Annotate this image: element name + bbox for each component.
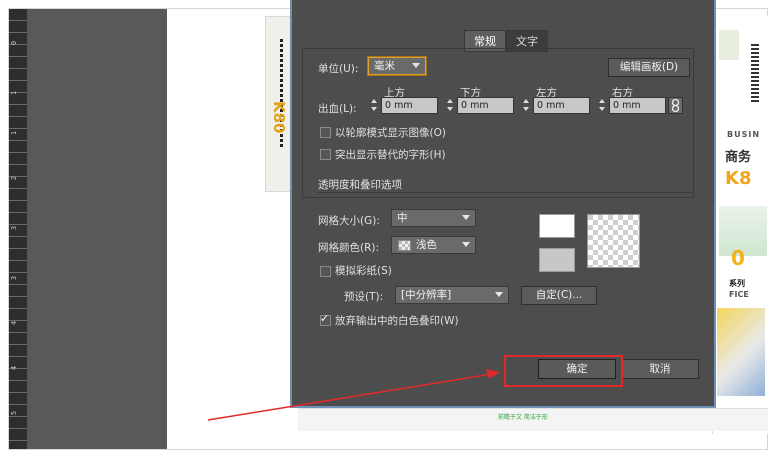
- annotation-arrow-icon: [207, 369, 500, 421]
